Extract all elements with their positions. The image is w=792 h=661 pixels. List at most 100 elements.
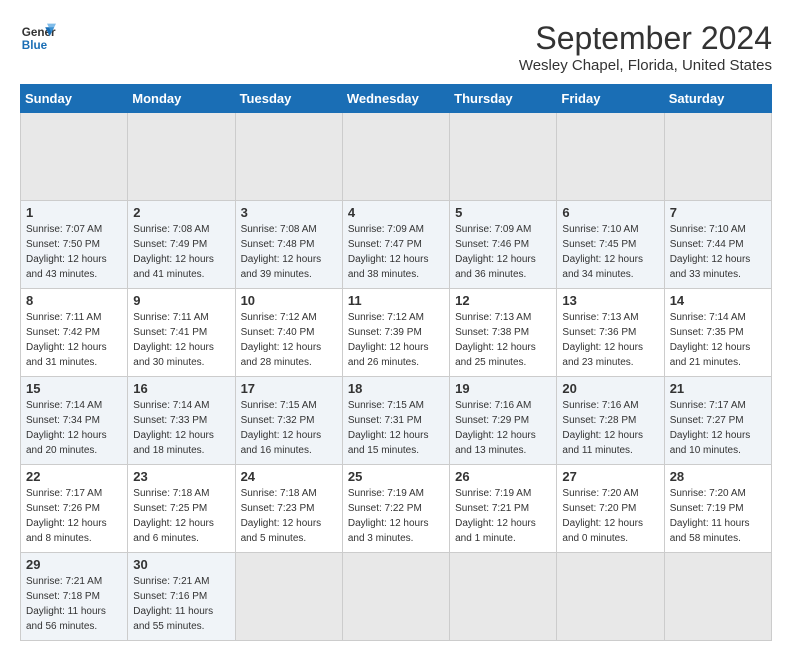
day-info: Sunrise: 7:18 AM Sunset: 7:25 PM Dayligh…: [133, 486, 229, 546]
daylight-label: Daylight: 12 hours and 23 minutes.: [562, 342, 643, 368]
sunrise-label: Sunrise: 7:12 AM: [241, 312, 317, 323]
calendar-header-row: SundayMondayTuesdayWednesdayThursdayFrid…: [21, 85, 772, 113]
daylight-label: Daylight: 12 hours and 34 minutes.: [562, 254, 643, 280]
calendar-week-3: 15 Sunrise: 7:14 AM Sunset: 7:34 PM Dayl…: [21, 377, 772, 465]
calendar-cell: [450, 553, 557, 641]
daylight-label: Daylight: 12 hours and 18 minutes.: [133, 430, 214, 456]
day-number: 15: [26, 381, 122, 396]
daylight-label: Daylight: 11 hours and 55 minutes.: [133, 606, 213, 632]
calendar-cell: 13 Sunrise: 7:13 AM Sunset: 7:36 PM Dayl…: [557, 289, 664, 377]
calendar-cell: 19 Sunrise: 7:16 AM Sunset: 7:29 PM Dayl…: [450, 377, 557, 465]
daylight-label: Daylight: 12 hours and 15 minutes.: [348, 430, 429, 456]
sunset-label: Sunset: 7:41 PM: [133, 327, 207, 338]
daylight-label: Daylight: 12 hours and 10 minutes.: [670, 430, 751, 456]
calendar-cell: 11 Sunrise: 7:12 AM Sunset: 7:39 PM Dayl…: [342, 289, 449, 377]
sunrise-label: Sunrise: 7:15 AM: [241, 400, 317, 411]
calendar-cell: [235, 553, 342, 641]
calendar-cell: 21 Sunrise: 7:17 AM Sunset: 7:27 PM Dayl…: [664, 377, 771, 465]
calendar-cell: 6 Sunrise: 7:10 AM Sunset: 7:45 PM Dayli…: [557, 201, 664, 289]
calendar-cell: 8 Sunrise: 7:11 AM Sunset: 7:42 PM Dayli…: [21, 289, 128, 377]
day-info: Sunrise: 7:19 AM Sunset: 7:22 PM Dayligh…: [348, 486, 444, 546]
sunrise-label: Sunrise: 7:14 AM: [133, 400, 209, 411]
calendar-cell: 30 Sunrise: 7:21 AM Sunset: 7:16 PM Dayl…: [128, 553, 235, 641]
sunset-label: Sunset: 7:44 PM: [670, 239, 744, 250]
calendar-table: SundayMondayTuesdayWednesdayThursdayFrid…: [20, 84, 772, 641]
sunrise-label: Sunrise: 7:20 AM: [562, 488, 638, 499]
sunset-label: Sunset: 7:40 PM: [241, 327, 315, 338]
logo: General Blue: [20, 20, 56, 56]
day-info: Sunrise: 7:10 AM Sunset: 7:45 PM Dayligh…: [562, 222, 658, 282]
day-number: 21: [670, 381, 766, 396]
calendar-cell: [450, 113, 557, 201]
day-info: Sunrise: 7:07 AM Sunset: 7:50 PM Dayligh…: [26, 222, 122, 282]
column-header-friday: Friday: [557, 85, 664, 113]
sunset-label: Sunset: 7:38 PM: [455, 327, 529, 338]
daylight-label: Daylight: 12 hours and 38 minutes.: [348, 254, 429, 280]
daylight-label: Daylight: 12 hours and 11 minutes.: [562, 430, 643, 456]
sunrise-label: Sunrise: 7:07 AM: [26, 224, 102, 235]
day-number: 8: [26, 293, 122, 308]
day-info: Sunrise: 7:16 AM Sunset: 7:29 PM Dayligh…: [455, 398, 551, 458]
sunrise-label: Sunrise: 7:21 AM: [26, 576, 102, 587]
calendar-cell: 23 Sunrise: 7:18 AM Sunset: 7:25 PM Dayl…: [128, 465, 235, 553]
daylight-label: Daylight: 12 hours and 31 minutes.: [26, 342, 107, 368]
sunset-label: Sunset: 7:28 PM: [562, 415, 636, 426]
day-number: 2: [133, 205, 229, 220]
calendar-cell: 28 Sunrise: 7:20 AM Sunset: 7:19 PM Dayl…: [664, 465, 771, 553]
day-number: 26: [455, 469, 551, 484]
day-info: Sunrise: 7:17 AM Sunset: 7:27 PM Dayligh…: [670, 398, 766, 458]
sunset-label: Sunset: 7:23 PM: [241, 503, 315, 514]
sunrise-label: Sunrise: 7:13 AM: [562, 312, 638, 323]
day-number: 28: [670, 469, 766, 484]
sunset-label: Sunset: 7:50 PM: [26, 239, 100, 250]
svg-text:Blue: Blue: [22, 39, 48, 52]
daylight-label: Daylight: 12 hours and 26 minutes.: [348, 342, 429, 368]
sunrise-label: Sunrise: 7:08 AM: [133, 224, 209, 235]
day-number: 29: [26, 557, 122, 572]
daylight-label: Daylight: 12 hours and 16 minutes.: [241, 430, 322, 456]
calendar-week-5: 29 Sunrise: 7:21 AM Sunset: 7:18 PM Dayl…: [21, 553, 772, 641]
column-header-thursday: Thursday: [450, 85, 557, 113]
daylight-label: Daylight: 11 hours and 56 minutes.: [26, 606, 106, 632]
calendar-cell: 27 Sunrise: 7:20 AM Sunset: 7:20 PM Dayl…: [557, 465, 664, 553]
calendar-cell: 4 Sunrise: 7:09 AM Sunset: 7:47 PM Dayli…: [342, 201, 449, 289]
calendar-cell: 10 Sunrise: 7:12 AM Sunset: 7:40 PM Dayl…: [235, 289, 342, 377]
calendar-cell: 24 Sunrise: 7:18 AM Sunset: 7:23 PM Dayl…: [235, 465, 342, 553]
calendar-cell: 12 Sunrise: 7:13 AM Sunset: 7:38 PM Dayl…: [450, 289, 557, 377]
calendar-cell: 26 Sunrise: 7:19 AM Sunset: 7:21 PM Dayl…: [450, 465, 557, 553]
calendar-week-1: 1 Sunrise: 7:07 AM Sunset: 7:50 PM Dayli…: [21, 201, 772, 289]
daylight-label: Daylight: 12 hours and 28 minutes.: [241, 342, 322, 368]
day-info: Sunrise: 7:20 AM Sunset: 7:20 PM Dayligh…: [562, 486, 658, 546]
calendar-cell: 25 Sunrise: 7:19 AM Sunset: 7:22 PM Dayl…: [342, 465, 449, 553]
calendar-cell: 15 Sunrise: 7:14 AM Sunset: 7:34 PM Dayl…: [21, 377, 128, 465]
day-number: 23: [133, 469, 229, 484]
day-info: Sunrise: 7:16 AM Sunset: 7:28 PM Dayligh…: [562, 398, 658, 458]
calendar-cell: 5 Sunrise: 7:09 AM Sunset: 7:46 PM Dayli…: [450, 201, 557, 289]
calendar-cell: 16 Sunrise: 7:14 AM Sunset: 7:33 PM Dayl…: [128, 377, 235, 465]
day-info: Sunrise: 7:10 AM Sunset: 7:44 PM Dayligh…: [670, 222, 766, 282]
title-area: September 2024 Wesley Chapel, Florida, U…: [519, 20, 772, 74]
calendar-cell: [664, 113, 771, 201]
sunset-label: Sunset: 7:22 PM: [348, 503, 422, 514]
sunrise-label: Sunrise: 7:19 AM: [348, 488, 424, 499]
sunrise-label: Sunrise: 7:10 AM: [562, 224, 638, 235]
day-number: 17: [241, 381, 337, 396]
daylight-label: Daylight: 12 hours and 1 minute.: [455, 518, 536, 544]
day-info: Sunrise: 7:12 AM Sunset: 7:39 PM Dayligh…: [348, 310, 444, 370]
day-info: Sunrise: 7:12 AM Sunset: 7:40 PM Dayligh…: [241, 310, 337, 370]
sunset-label: Sunset: 7:35 PM: [670, 327, 744, 338]
sunrise-label: Sunrise: 7:16 AM: [562, 400, 638, 411]
calendar-cell: 29 Sunrise: 7:21 AM Sunset: 7:18 PM Dayl…: [21, 553, 128, 641]
sunset-label: Sunset: 7:39 PM: [348, 327, 422, 338]
day-info: Sunrise: 7:14 AM Sunset: 7:34 PM Dayligh…: [26, 398, 122, 458]
daylight-label: Daylight: 12 hours and 8 minutes.: [26, 518, 107, 544]
column-header-wednesday: Wednesday: [342, 85, 449, 113]
day-number: 22: [26, 469, 122, 484]
calendar-cell: [557, 113, 664, 201]
daylight-label: Daylight: 12 hours and 41 minutes.: [133, 254, 214, 280]
day-number: 11: [348, 293, 444, 308]
calendar-cell: [664, 553, 771, 641]
column-header-monday: Monday: [128, 85, 235, 113]
sunset-label: Sunset: 7:34 PM: [26, 415, 100, 426]
calendar-cell: 1 Sunrise: 7:07 AM Sunset: 7:50 PM Dayli…: [21, 201, 128, 289]
